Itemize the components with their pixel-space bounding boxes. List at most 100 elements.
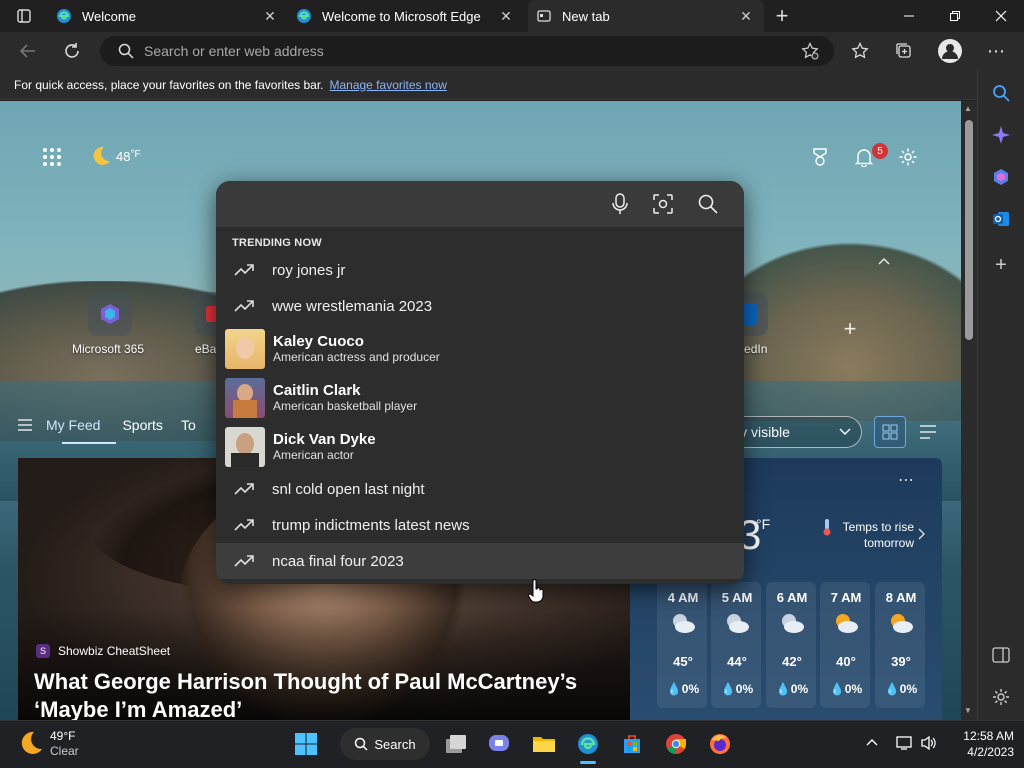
mouse-cursor-icon <box>528 579 544 603</box>
page-settings-gear-icon[interactable] <box>892 141 924 173</box>
new-tab-button[interactable]: + <box>766 0 798 32</box>
tab-sports[interactable]: Sports <box>122 417 162 433</box>
article-headline[interactable]: What George Harrison Thought of Paul McC… <box>34 668 624 724</box>
add-favorite-icon[interactable] <box>794 35 826 67</box>
address-bar[interactable]: Search or enter web address <box>100 36 834 66</box>
rewards-icon[interactable] <box>804 141 836 173</box>
app-launcher-icon[interactable] <box>36 141 68 173</box>
sidebar-search-icon[interactable] <box>986 78 1016 108</box>
chevron-down-icon <box>839 428 851 435</box>
taskbar-weather[interactable]: 49°F Clear <box>50 729 79 759</box>
tab-welcome[interactable]: Welcome ✕ <box>48 0 288 32</box>
manage-favorites-link[interactable]: Manage favorites now <box>329 78 446 92</box>
collections-icon[interactable] <box>888 35 920 67</box>
teams-chat-icon[interactable] <box>484 728 516 760</box>
tab-welcome-edge[interactable]: Welcome to Microsoft Edge ✕ <box>288 0 524 32</box>
person-name: Kaley Cuoco <box>273 333 364 350</box>
taskbar-clock[interactable]: 12:58 AM 4/2/2023 <box>944 728 1014 760</box>
tab-new-tab[interactable]: New tab ✕ <box>528 0 764 32</box>
list-view-icon[interactable] <box>912 416 944 448</box>
person-description: American basketball player <box>273 399 418 413</box>
droplet-icon: 💧 <box>666 682 682 696</box>
sidebar-sparkle-icon[interactable] <box>986 120 1016 150</box>
suggestion-item-hovered[interactable]: ncaa final four 2023 <box>216 543 744 579</box>
trending-icon <box>216 264 272 276</box>
sidebar-outlook-icon[interactable] <box>986 204 1016 234</box>
task-view-icon[interactable] <box>440 728 472 760</box>
chevron-up-icon[interactable] <box>866 738 878 746</box>
close-tab-icon[interactable]: ✕ <box>496 6 516 26</box>
tab-actions-icon[interactable] <box>8 0 40 32</box>
grid-view-icon[interactable] <box>874 416 906 448</box>
search-icon[interactable] <box>698 194 718 214</box>
chrome-icon[interactable] <box>660 728 692 760</box>
tab-my-feed[interactable]: My Feed <box>46 417 100 433</box>
close-tab-icon[interactable]: ✕ <box>736 6 756 26</box>
restore-button[interactable] <box>932 0 978 32</box>
sidebar-add-button[interactable]: + <box>986 250 1016 280</box>
suggestion-item[interactable]: roy jones jr <box>216 252 744 288</box>
quick-link-label: Microsoft 365 <box>72 342 145 356</box>
moon-icon <box>93 146 110 165</box>
hour-precip-value: 0% <box>899 682 918 696</box>
firefox-icon[interactable] <box>704 728 736 760</box>
microsoft365-icon <box>101 304 119 324</box>
chevron-right-icon[interactable] <box>918 528 925 540</box>
hour-precip: 💧0% <box>875 682 927 696</box>
suggestion-item[interactable]: snl cold open last night <box>216 471 744 507</box>
tab-more[interactable]: To <box>181 417 196 433</box>
settings-more-icon[interactable]: ⋯ <box>980 35 1012 67</box>
sidebar-settings-gear-icon[interactable] <box>986 682 1016 712</box>
hour-temp: 40° <box>836 654 856 669</box>
feed-menu-icon[interactable] <box>18 419 32 431</box>
edge-taskbar-icon[interactable] <box>572 728 604 760</box>
scrollbar-thumb[interactable] <box>965 120 973 340</box>
person-suggestion[interactable]: Kaley Cuoco American actress and produce… <box>216 324 744 373</box>
close-window-button[interactable] <box>978 0 1024 32</box>
close-tab-icon[interactable]: ✕ <box>260 6 280 26</box>
favorites-icon[interactable] <box>844 35 876 67</box>
partly-cloudy-day-icon <box>891 614 913 633</box>
partly-cloudy-night-icon <box>673 614 695 633</box>
weather-card-more-icon[interactable]: ⋯ <box>898 470 914 490</box>
microsoft-store-icon[interactable] <box>616 728 648 760</box>
refresh-button[interactable] <box>56 35 88 67</box>
person-suggestion[interactable]: Caitlin Clark American basketball player <box>216 373 744 422</box>
volume-icon[interactable] <box>920 735 938 751</box>
scroll-up-arrow-icon[interactable]: ▲ <box>964 104 972 113</box>
hour-precip-value: 0% <box>790 682 809 696</box>
source-logo-icon: S <box>36 644 50 658</box>
forecast-note: Temps to rise tomorrow <box>842 520 914 550</box>
partly-cloudy-night-icon <box>782 614 804 633</box>
hour-temp: 39° <box>891 654 911 669</box>
weather-chip[interactable]: 48 °F <box>90 145 141 167</box>
favorites-hint-bar: For quick access, place your favorites o… <box>0 70 1024 100</box>
network-icon[interactable] <box>896 735 914 751</box>
sidebar-copilot-icon[interactable] <box>986 162 1016 192</box>
taskbar-weather-moon-icon[interactable] <box>18 730 44 756</box>
taskbar-weather-temp: 49°F <box>50 729 76 743</box>
profile-avatar[interactable] <box>934 35 966 67</box>
microphone-icon[interactable] <box>610 192 630 216</box>
minimize-button[interactable] <box>886 0 932 32</box>
visual-search-icon[interactable] <box>652 193 674 215</box>
hour-time: 6 AM <box>776 590 808 605</box>
file-explorer-icon[interactable] <box>528 728 560 760</box>
taskbar-search-button[interactable]: Search <box>340 728 430 760</box>
hour-temp: 45° <box>673 654 693 669</box>
person-suggestion[interactable]: Dick Van Dyke American actor <box>216 422 744 471</box>
back-button[interactable] <box>12 35 44 67</box>
hour-precip: 💧0% <box>766 682 818 696</box>
scroll-down-arrow-icon[interactable]: ▼ <box>964 706 972 715</box>
person-description: American actor <box>273 448 354 462</box>
feed-nav: My Feed Sports To <box>18 417 196 433</box>
sidebar-hide-icon[interactable] <box>986 640 1016 670</box>
weather-unit: °F <box>130 148 141 160</box>
start-windows-icon[interactable] <box>290 728 322 760</box>
suggestion-item[interactable]: trump indictments latest news <box>216 507 744 543</box>
collapse-chevron-icon[interactable] <box>868 245 900 277</box>
suggestion-item[interactable]: wwe wrestlemania 2023 <box>216 288 744 324</box>
add-quick-link-button[interactable]: + <box>834 313 866 345</box>
trending-icon <box>216 300 272 312</box>
quick-link-microsoft365[interactable] <box>88 292 132 336</box>
